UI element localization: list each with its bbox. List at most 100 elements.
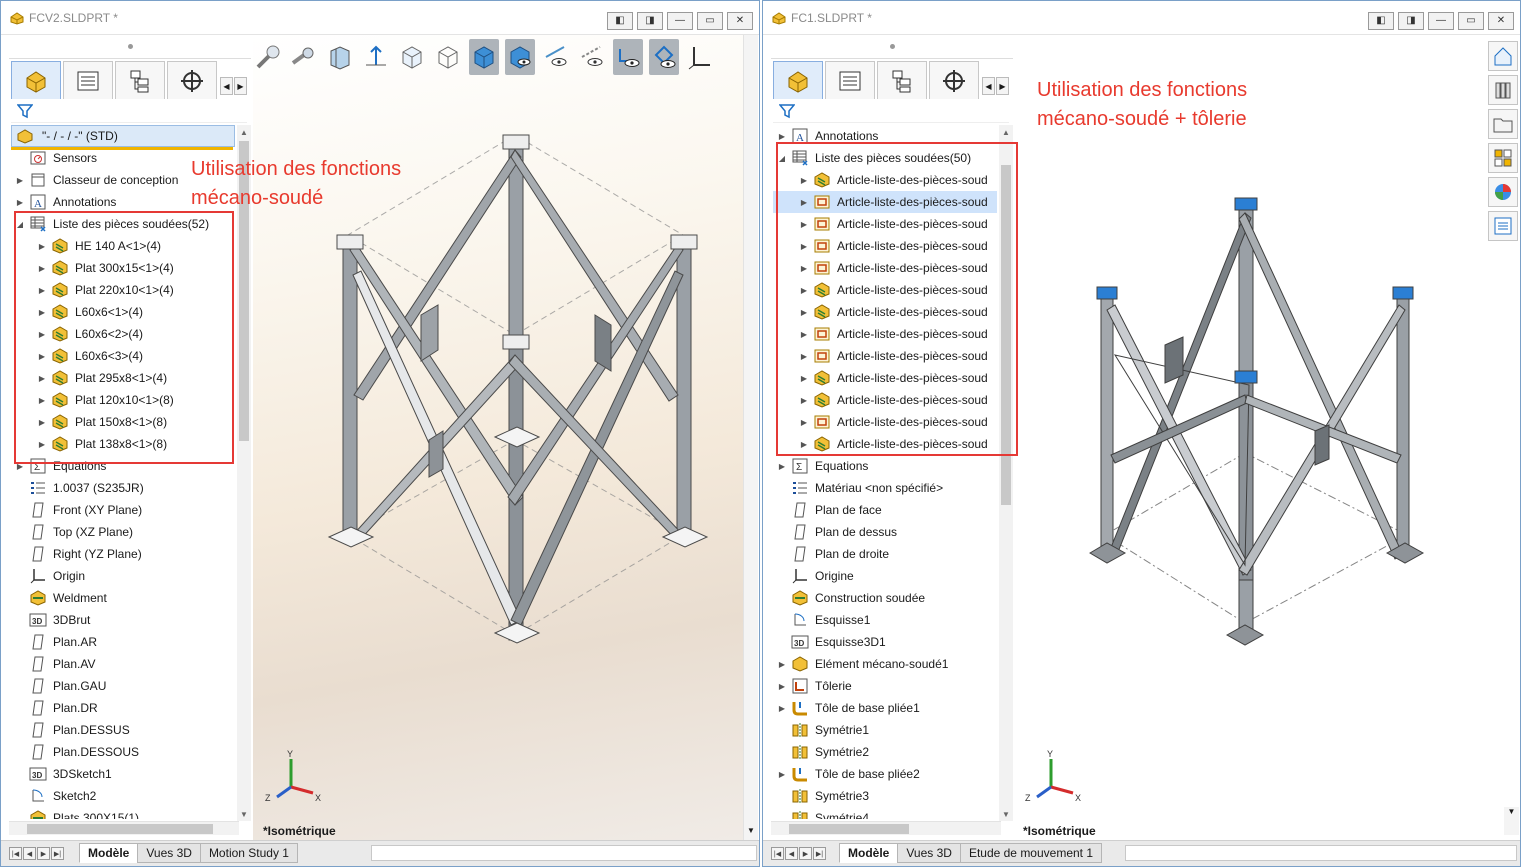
filter-icon[interactable]	[17, 103, 33, 119]
expand-arrow-icon[interactable]: ▶	[773, 660, 791, 669]
expand-arrow-icon[interactable]: ▶	[773, 462, 791, 471]
tree-item[interactable]: Weldment	[11, 587, 235, 609]
expand-arrow-icon[interactable]: ▶	[773, 682, 791, 691]
tab-horizontal-scrollbar[interactable]	[1125, 845, 1517, 861]
tree-item[interactable]: Plan.AR	[11, 631, 235, 653]
next-tab-button[interactable]: ▶	[37, 847, 50, 860]
tree-item[interactable]: Symétrie1	[773, 719, 997, 741]
last-tab-button[interactable]: ▶|	[51, 847, 64, 860]
tab-property-manager[interactable]	[825, 61, 875, 99]
tree-item[interactable]: Plan.DESSOUS	[11, 741, 235, 763]
tree-item[interactable]: Plan de droite	[773, 543, 997, 565]
tree-item[interactable]: ▶ Elément mécano-soudé1	[773, 653, 997, 675]
tree-item[interactable]: Matériau <non spécifié>	[773, 477, 997, 499]
next-tab-button[interactable]: ▶	[799, 847, 812, 860]
tab-model[interactable]: Modèle	[79, 843, 139, 863]
tab-model[interactable]: Modèle	[839, 843, 899, 863]
tree-item[interactable]: ▶ Σ Equations	[773, 455, 997, 477]
tree-vertical-scrollbar[interactable]: ▲ ▼	[237, 125, 251, 821]
tab-configuration-manager[interactable]	[115, 61, 165, 99]
first-tab-button[interactable]: |◀	[9, 847, 22, 860]
custom-properties-tab[interactable]	[1488, 211, 1518, 241]
tab-horizontal-scrollbar[interactable]	[371, 845, 757, 861]
view-palette-tab[interactable]	[1488, 143, 1518, 173]
file-explorer-tab[interactable]	[1488, 109, 1518, 139]
tab-scroll-right-button[interactable]: ▶	[234, 77, 247, 95]
panel-grip[interactable]	[9, 35, 251, 59]
tab-3d-views[interactable]: Vues 3D	[897, 843, 961, 863]
tree-item[interactable]: Construction soudée	[773, 587, 997, 609]
tree-item[interactable]: Top (XZ Plane)	[11, 521, 235, 543]
design-library-tab[interactable]	[1488, 75, 1518, 105]
tree-item[interactable]: Origin	[11, 565, 235, 587]
tree-item[interactable]: Sketch2	[11, 785, 235, 807]
tree-item[interactable]: ▶ Tôle de base pliée2	[773, 763, 997, 785]
panel-grip[interactable]	[771, 35, 1013, 59]
model-tabs: Modèle Vues 3D Etude de mouvement 1	[839, 843, 1103, 863]
tree-item[interactable]: Plan.GAU	[11, 675, 235, 697]
tree-item[interactable]: 3D Esquisse3D1	[773, 631, 997, 653]
close-button[interactable]: ✕	[1488, 12, 1514, 30]
tab-scroll-right-button[interactable]: ▶	[996, 77, 1009, 95]
tile-left-button[interactable]: ◧	[607, 12, 633, 30]
tree-horizontal-scrollbar[interactable]	[9, 821, 239, 835]
tree-item[interactable]: Plan de dessus	[773, 521, 997, 543]
tab-dimxpert-manager[interactable]	[167, 61, 217, 99]
tab-feature-manager[interactable]	[773, 61, 823, 99]
tab-scroll-left-button[interactable]: ◀	[982, 77, 995, 95]
tree-item[interactable]: ▶ Tôle de base pliée1	[773, 697, 997, 719]
tree-item[interactable]: Plan de face	[773, 499, 997, 521]
tab-motion-study[interactable]: Motion Study 1	[199, 843, 298, 863]
part-root-node[interactable]: "- / - / -" (STD)	[11, 125, 235, 147]
tile-right-button[interactable]: ◨	[1398, 12, 1424, 30]
appearances-tab[interactable]	[1488, 177, 1518, 207]
minimize-button[interactable]: —	[667, 12, 693, 30]
tree-item[interactable]: Right (YZ Plane)	[11, 543, 235, 565]
tree-item[interactable]: Symétrie4	[773, 807, 997, 819]
tab-motion-study[interactable]: Etude de mouvement 1	[959, 843, 1103, 863]
graphics-area[interactable]: Utilisation des fonctions mécano-soudé +…	[1015, 35, 1486, 840]
tile-left-button[interactable]: ◧	[1368, 12, 1394, 30]
minimize-button[interactable]: —	[1428, 12, 1454, 30]
expand-arrow-icon[interactable]: ▶	[773, 770, 791, 779]
tree-item[interactable]: Symétrie2	[773, 741, 997, 763]
close-button[interactable]: ✕	[727, 12, 753, 30]
solidworks-resources-tab[interactable]	[1488, 41, 1518, 71]
tree-item[interactable]: Plan.DESSUS	[11, 719, 235, 741]
tab-3d-views[interactable]: Vues 3D	[137, 843, 201, 863]
tab-feature-manager[interactable]	[11, 61, 61, 99]
graphics-area[interactable]: Utilisation des fonctions mécano-soudé Y…	[191, 35, 743, 840]
filter-icon[interactable]	[779, 103, 795, 119]
tree-item[interactable]: Esquisse1	[773, 609, 997, 631]
expand-arrow-icon[interactable]: ▶	[11, 176, 29, 185]
base-flange-icon	[791, 700, 809, 716]
last-tab-button[interactable]: ▶|	[813, 847, 826, 860]
expand-arrow-icon[interactable]: ▶	[773, 704, 791, 713]
tab-configuration-manager[interactable]	[877, 61, 927, 99]
prev-tab-button[interactable]: ◀	[785, 847, 798, 860]
tree-item[interactable]: Plan.AV	[11, 653, 235, 675]
tree-horizontal-scrollbar[interactable]	[771, 821, 1001, 835]
tree-item[interactable]: 3D 3DSketch1	[11, 763, 235, 785]
maximize-button[interactable]: ▭	[697, 12, 723, 30]
expand-arrow-icon[interactable]: ▶	[773, 132, 791, 141]
tab-dimxpert-manager[interactable]	[929, 61, 979, 99]
first-tab-button[interactable]: |◀	[771, 847, 784, 860]
prev-tab-button[interactable]: ◀	[23, 847, 36, 860]
filter-row	[773, 99, 1009, 123]
graphics-vertical-scrollbar[interactable]: ▼	[743, 35, 758, 840]
tab-scroll-left-button[interactable]: ◀	[220, 77, 233, 95]
tree-item[interactable]: 1.0037 (S235JR)	[11, 477, 235, 499]
tree-item[interactable]: Origine	[773, 565, 997, 587]
tree-item[interactable]: Front (XY Plane)	[11, 499, 235, 521]
tile-right-button[interactable]: ◨	[637, 12, 663, 30]
tree-item[interactable]: Plats 300X15(1)	[11, 807, 235, 819]
tree-item[interactable]: Plan.DR	[11, 697, 235, 719]
expand-arrow-icon[interactable]: ▶	[11, 198, 29, 207]
graphics-scroll-down[interactable]: ▼	[1504, 807, 1519, 835]
maximize-button[interactable]: ▭	[1458, 12, 1484, 30]
tab-property-manager[interactable]	[63, 61, 113, 99]
tree-item[interactable]: Symétrie3	[773, 785, 997, 807]
tree-item[interactable]: ▶ Tôlerie	[773, 675, 997, 697]
tree-item[interactable]: 3D 3DBrut	[11, 609, 235, 631]
